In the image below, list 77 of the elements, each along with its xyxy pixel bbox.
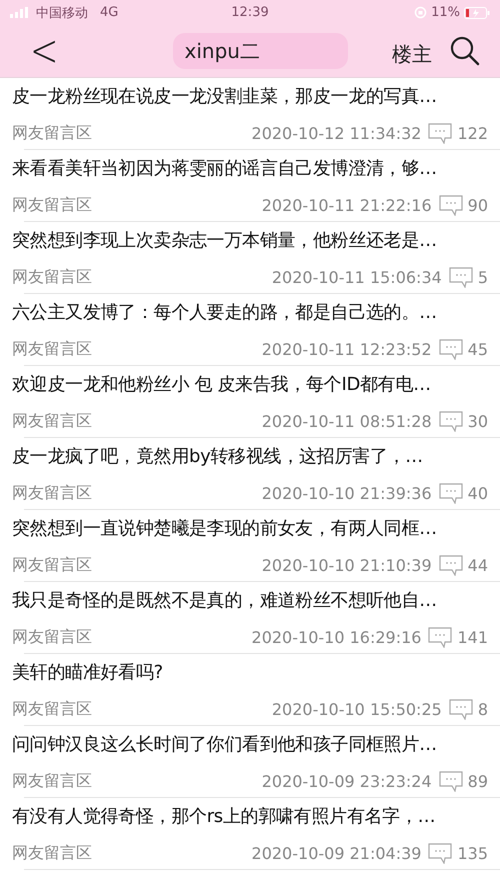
post-time: 2020-10-11 12:23:52 [262,340,432,358]
post-item[interactable]: 皮一龙粉丝现在说皮一龙没割韭菜，那皮一龙的写真… 网友留言区 2020-10-12 11:34:32 122 [0,78,500,150]
comment-icon [427,626,454,648]
board-name: 网友留言区 [12,698,93,720]
board-name: 网友留言区 [12,770,93,792]
post-time: 2020-10-10 21:10:39 [262,556,432,574]
board-name: 网友留言区 [12,194,93,216]
battery-icon [464,6,490,18]
post-time: 2020-10-10 15:50:25 [272,700,442,718]
post-title: 我只是奇怪的是既然不是真的，难道粉丝不想听他自… [12,589,438,612]
reply-count: 141 [457,628,488,646]
reply-count: 90 [468,196,488,214]
board-name: 网友留言区 [12,626,93,648]
post-title: 皮一龙疯了吧，竟然用by转移视线，这招厉害了，… [12,445,424,468]
post-title: 来看看美轩当初因为蒋雯丽的谣言自己发博澄清，够… [12,157,438,180]
post-item[interactable]: 皮一龙疯了吧，竟然用by转移视线，这招厉害了，… 网友留言区 2020-10-10 21:39:36 40 [0,438,500,510]
signal-icon [10,7,30,18]
comment-icon [438,194,464,216]
comment-icon [438,770,464,792]
post-item[interactable]: 突然想到一直说钟楚曦是李现的前女友，有两人同框… 网友留言区 2020-10-10 21:10:39 44 [0,510,500,582]
post-item[interactable]: 有没有人觉得奇怪，那个rs上的郭啸有照片有名字，… 网友留言区 2020-10-09 21:04:39 135 [0,798,500,870]
battery-percent: 11% [431,5,460,20]
reply-count: 45 [468,340,488,358]
post-time: 2020-10-10 16:29:16 [252,628,422,646]
reply-count: 40 [468,484,488,502]
post-item[interactable]: 欢迎皮一龙和他粉丝小 包 皮来告我，每个ID都有电… 网友留言区 2020-10-11 08:51:28 30 [0,366,500,438]
reply-count: 89 [468,772,488,790]
board-name: 网友留言区 [12,554,93,576]
back-button[interactable]: < [26,28,62,74]
post-item[interactable]: 问问钟汉良这么长时间了你们看到他和孩子同框照片… 网友留言区 2020-10-09 23:23:24 89 [0,726,500,798]
post-time: 2020-10-09 23:23:24 [262,772,432,790]
rotation-lock-icon [414,6,428,19]
board-name: 网友留言区 [12,842,93,864]
comment-icon [438,482,464,504]
post-title: 突然想到李现上次卖杂志一万本销量，他粉丝还老是… [12,229,438,252]
clock-time: 12:39 [231,5,269,20]
post-time: 2020-10-09 21:04:39 [252,844,422,862]
board-name: 网友留言区 [12,410,93,432]
post-item[interactable]: 六公主又发博了：每个人要走的路，都是自己选的。… 网友留言区 2020-10-11 12:23:52 45 [0,294,500,366]
network-type: 4G [100,5,118,20]
post-time: 2020-10-11 08:51:28 [262,412,432,430]
reply-count: 8 [478,700,488,718]
board-name: 网友留言区 [12,122,93,144]
comment-icon [438,410,464,432]
reply-count: 135 [457,844,488,862]
board-name: 网友留言区 [12,266,93,288]
post-title: 有没有人觉得奇怪，那个rs上的郭啸有照片有名字，… [12,805,436,828]
comment-icon [427,122,454,144]
board-name: 网友留言区 [12,482,93,504]
post-item[interactable]: 美轩的瞄准好看吗? 网友留言区 2020-10-10 15:50:25 8 [0,654,500,726]
thread-owner-button[interactable]: 楼主 [392,40,432,68]
comment-icon [448,698,474,720]
post-title: 六公主又发博了：每个人要走的路，都是自己选的。… [12,301,438,324]
post-title: 美轩的瞄准好看吗? [12,661,164,684]
post-title: 突然想到一直说钟楚曦是李现的前女友，有两人同框… [12,517,438,540]
comment-icon [427,842,454,864]
comment-icon [438,554,464,576]
comment-icon [438,338,464,360]
post-title: 问问钟汉良这么长时间了你们看到他和孩子同框照片… [12,733,438,756]
comment-icon [448,266,474,288]
post-title: 欢迎皮一龙和他粉丝小 包 皮来告我，每个ID都有电… [12,373,432,396]
post-item[interactable]: 突然想到李现上次卖杂志一万本销量，他粉丝还老是… 网友留言区 2020-10-11 15:06:34 5 [0,222,500,294]
reply-count: 122 [457,124,488,142]
post-item[interactable]: 我只是奇怪的是既然不是真的，难道粉丝不想听他自… 网友留言区 2020-10-10 16:29:16 141 [0,582,500,654]
post-time: 2020-10-12 11:34:32 [252,124,422,142]
reply-count: 30 [468,412,488,430]
search-icon[interactable] [450,36,480,66]
post-item[interactable]: 来看看美轩当初因为蒋雯丽的谣言自己发博澄清，够… 网友留言区 2020-10-11 21:22:16 90 [0,150,500,222]
post-time: 2020-10-11 21:22:16 [262,196,432,214]
carrier-name: 中国移动 [36,4,88,22]
title-field: xinpu二 [172,33,348,69]
post-title: 皮一龙粉丝现在说皮一龙没割韭菜，那皮一龙的写真… [12,85,438,108]
post-time: 2020-10-10 21:39:36 [262,484,432,502]
post-time: 2020-10-11 15:06:34 [272,268,442,286]
reply-count: 44 [468,556,488,574]
board-name: 网友留言区 [12,338,93,360]
reply-count: 5 [478,268,488,286]
